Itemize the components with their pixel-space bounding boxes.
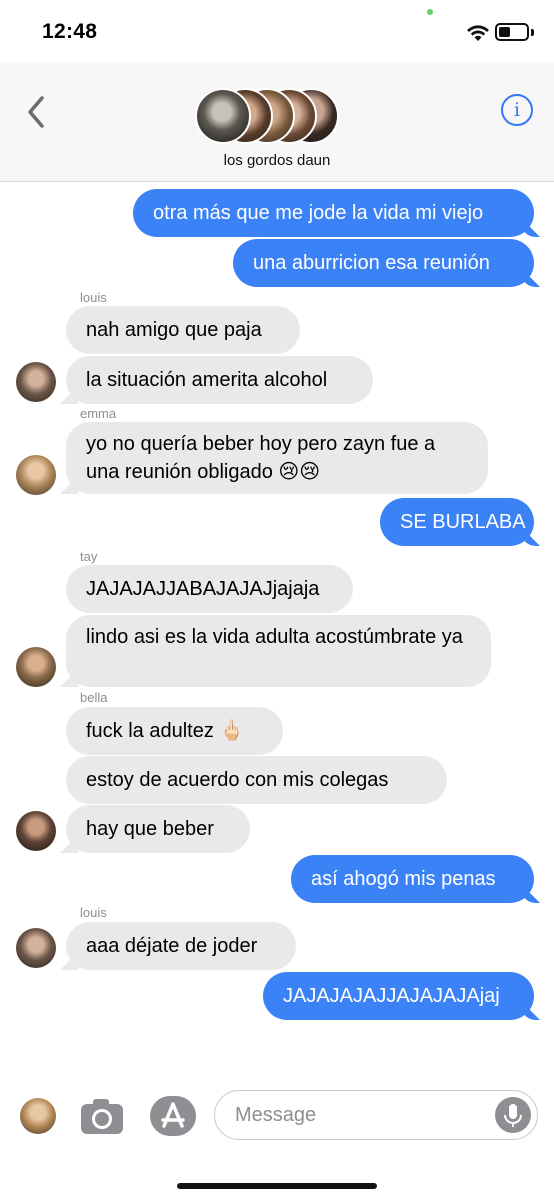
avatar-tay[interactable] [16, 647, 56, 687]
message-bubble-incoming[interactable]: fuck la adultez 🖕🏻 [66, 707, 283, 755]
message-bubble-incoming[interactable]: lindo asi es la vida adulta acostúmbrate… [66, 615, 491, 687]
composer-bar: Message [0, 1078, 554, 1200]
app-store-icon[interactable] [150, 1096, 196, 1136]
message-bubble-incoming[interactable]: la situación amerita alcohol [66, 356, 373, 404]
sender-name: louis [80, 290, 107, 305]
microphone-glyph [504, 1104, 522, 1127]
group-avatar-0 [195, 88, 251, 144]
message-bubble-outgoing[interactable]: JAJAJAJAJJAJAJAJAjaj [263, 972, 534, 1020]
message-bubble-incoming[interactable]: aaa déjate de joder [66, 922, 296, 970]
sender-name: louis [80, 905, 107, 920]
battery-icon [495, 23, 529, 41]
message-bubble-incoming[interactable]: nah amigo que paja [66, 306, 300, 354]
message-bubble-outgoing[interactable]: así ahogó mis penas [291, 855, 534, 903]
group-avatar-cluster[interactable] [195, 88, 340, 144]
avatar-louis[interactable] [16, 362, 56, 402]
camera-indicator-dot [427, 9, 433, 15]
message-placeholder: Message [235, 1104, 317, 1126]
app-store-glyph [161, 1102, 185, 1128]
memoji-avatar[interactable] [20, 1098, 56, 1134]
chevron-left-icon[interactable] [22, 92, 52, 132]
status-bar: 12:48 [0, 0, 554, 62]
conversation-header: los gordos daun i [0, 62, 554, 182]
avatar-emma[interactable] [16, 455, 56, 495]
battery-tip [531, 29, 534, 36]
message-bubble-incoming[interactable]: hay que beber [66, 805, 250, 853]
message-bubble-outgoing[interactable]: SE BURLABA [380, 498, 534, 546]
message-input[interactable]: Message [214, 1090, 538, 1140]
message-bubble-incoming[interactable]: estoy de acuerdo con mis colegas [66, 756, 447, 804]
sender-name: bella [80, 690, 108, 705]
info-icon[interactable]: i [501, 94, 533, 126]
sender-name: tay [80, 549, 98, 564]
microphone-icon[interactable] [495, 1097, 531, 1133]
message-bubble-outgoing[interactable]: otra más que me jode la vida mi viejo [133, 189, 534, 237]
message-bubble-incoming[interactable]: JAJAJAJJABAJAJAJjajaja [66, 565, 353, 613]
avatar-bella[interactable] [16, 811, 56, 851]
status-time: 12:48 [42, 20, 98, 43]
message-bubble-outgoing[interactable]: una aburricion esa reunión [233, 239, 534, 287]
sender-name: emma [80, 406, 117, 421]
avatar-louis[interactable] [16, 928, 56, 968]
group-name[interactable]: los gordos daun [0, 152, 554, 169]
home-indicator[interactable] [177, 1183, 377, 1189]
camera-icon[interactable] [80, 1097, 124, 1135]
wifi-icon [467, 25, 489, 41]
message-bubble-incoming[interactable]: yo no quería beber hoy pero zayn fue a u… [66, 422, 488, 494]
